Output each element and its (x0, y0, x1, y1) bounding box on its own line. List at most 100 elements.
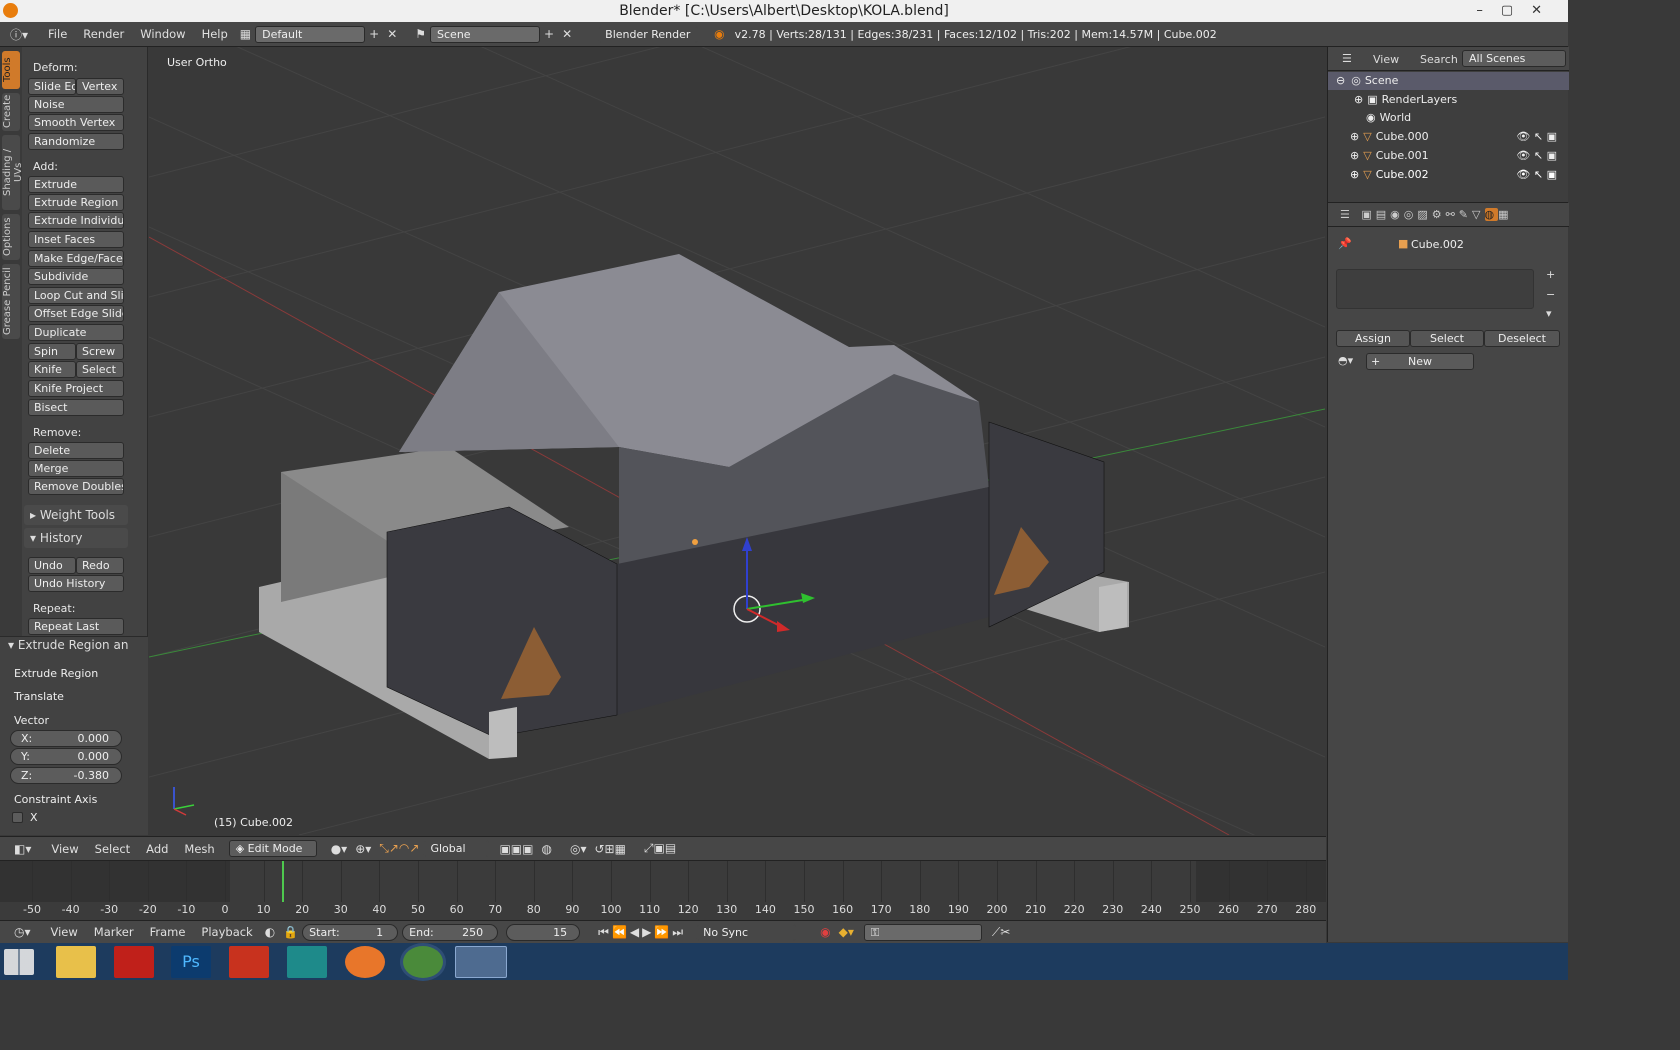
knife-select-button[interactable]: Select (76, 361, 124, 378)
timeline-editor-icon[interactable]: ◷▾ (10, 925, 35, 939)
preview-range-icon[interactable]: ◐ (261, 925, 279, 939)
knife-button[interactable]: Knife (28, 361, 76, 378)
current-frame-field[interactable]: 15 (506, 923, 581, 941)
vector-z-field[interactable]: Z: -0.380 (10, 767, 122, 784)
menu-select[interactable]: Select (87, 842, 138, 856)
menu-file[interactable]: File (40, 27, 75, 41)
limit-selection-icon[interactable]: ◍ (537, 842, 555, 856)
file-explorer-icon[interactable] (56, 946, 96, 978)
proportional-edit-icon[interactable]: ◎▾ (566, 842, 591, 856)
merge-button[interactable]: Merge (28, 460, 124, 477)
keying-set-field[interactable]: ⚿ (863, 923, 982, 941)
pivot-icon[interactable]: ⊕▾ (351, 842, 375, 856)
render-preview-icons[interactable]: ⤢▣▤ (640, 841, 680, 856)
outliner-row-scene[interactable]: ⊖ ◎ Scene (1328, 72, 1569, 90)
sync-selector[interactable]: No Sync (696, 923, 797, 941)
outliner-row-cube002[interactable]: ⊕ ▽ Cube.002 👁 ↖ ▣ (1328, 166, 1569, 184)
remove-scene-icon[interactable]: ✕ (558, 27, 576, 41)
timeline[interactable]: -50 -40 -30 -20 -10 0 10 20 30 40 50 60 70 80 90 100 110… (0, 860, 1326, 920)
offset-edge-button[interactable]: Offset Edge Slide (28, 305, 124, 322)
vertex-button[interactable]: Vertex (76, 78, 124, 95)
info-editor-icon[interactable]: ⓘ▾ (6, 26, 32, 43)
outliner-row-renderlayers[interactable]: ⊕ ▣ RenderLayers (1328, 91, 1569, 109)
layout-grid-icon[interactable]: ▦ (236, 27, 255, 41)
tab-tools[interactable]: Tools (2, 51, 20, 89)
material-slot-list[interactable] (1336, 269, 1534, 309)
undo-history-button[interactable]: Undo History (28, 575, 124, 592)
vector-x-field[interactable]: X: 0.000 (10, 730, 122, 747)
visibility-icons[interactable]: 👁 ↖ ▣ (1516, 128, 1557, 146)
current-frame-marker[interactable] (282, 861, 284, 902)
tl-menu-marker[interactable]: Marker (86, 925, 142, 939)
extrude-region-button[interactable]: Extrude Region (28, 194, 124, 211)
outliner-menu-search[interactable]: Search (1420, 53, 1458, 66)
window-controls[interactable]: –▢✕ (1476, 0, 1560, 22)
record-icon[interactable]: ◉ (816, 925, 834, 939)
maya-icon[interactable] (287, 946, 327, 978)
acrobat-icon[interactable] (114, 946, 154, 978)
inset-faces-button[interactable]: Inset Faces (28, 231, 124, 248)
delete-button[interactable]: Delete (28, 442, 124, 459)
pin-icon[interactable]: 📌 (1338, 237, 1352, 250)
add-scene-icon[interactable]: + (540, 27, 558, 41)
noise-button[interactable]: Noise (28, 96, 124, 113)
make-edge-face-button[interactable]: Make Edge/Face (28, 250, 124, 267)
deselect-button[interactable]: Deselect (1484, 330, 1560, 347)
assign-button[interactable]: Assign (1336, 330, 1410, 347)
layout-selector[interactable]: Default (255, 25, 366, 43)
keyframe-icon[interactable]: ◆▾ (835, 925, 858, 939)
undo-button[interactable]: Undo (28, 557, 76, 574)
scene-selector[interactable]: Scene (430, 25, 541, 43)
visibility-icons[interactable]: 👁 ↖ ▣ (1516, 166, 1557, 184)
duplicate-button[interactable]: Duplicate (28, 324, 124, 341)
insert-key-icons[interactable]: ⟋✂ (988, 925, 1014, 940)
outliner-row-cube001[interactable]: ⊕ ▽ Cube.001 👁 ↖ ▣ (1328, 147, 1569, 165)
select-mode-icons[interactable]: ▣▣▣ (495, 842, 537, 856)
vector-y-field[interactable]: Y: 0.000 (10, 748, 122, 765)
randomize-button[interactable]: Randomize (28, 133, 124, 150)
mode-selector[interactable]: ◈ Edit Mode (228, 840, 317, 857)
menu-add[interactable]: Add (138, 842, 176, 856)
extrude-individual-button[interactable]: Extrude Individual (28, 212, 124, 229)
outliner-row-world[interactable]: ◉ World (1328, 109, 1569, 127)
tab-create[interactable]: Create (2, 93, 20, 131)
render-engine-selector[interactable]: Blender Render (598, 25, 699, 43)
smooth-vertex-button[interactable]: Smooth Vertex (28, 114, 124, 131)
loop-cut-button[interactable]: Loop Cut and Slide (28, 287, 124, 304)
outliner-menu-view[interactable]: View (1373, 53, 1399, 66)
properties-tabs[interactable]: ☰ ▣▤◉◎▨⚙⚯✎▽◍▦ (1328, 203, 1569, 227)
menu-view[interactable]: View (43, 842, 86, 856)
history-panel[interactable]: ▾ History (24, 528, 128, 548)
repeat-last-button[interactable]: Repeat Last (28, 618, 124, 635)
tl-menu-view[interactable]: View (43, 925, 86, 939)
tab-shading-uvs[interactable]: Shading / UVs (2, 135, 24, 210)
tab-grease-pencil[interactable]: Grease Pencil (2, 264, 20, 339)
blender-taskbar-icon[interactable] (455, 946, 507, 978)
selected-vertex[interactable] (692, 539, 698, 545)
outliner-row-cube000[interactable]: ⊕ ▽ Cube.000 👁 ↖ ▣ (1328, 128, 1569, 146)
orientation-selector[interactable]: Global (423, 840, 490, 857)
firefox-icon[interactable] (345, 946, 385, 978)
start-frame-field[interactable]: Start: 1 (302, 923, 399, 941)
visibility-icons[interactable]: 👁 ↖ ▣ (1516, 147, 1557, 165)
outliner-editor-icon[interactable]: ☰ (1342, 52, 1352, 65)
operator-panel-title[interactable]: ▾ Extrude Region and (8, 638, 128, 652)
shading-sphere-icon[interactable]: ●▾ (327, 842, 352, 856)
slot-menu-icon[interactable]: ▾ (1546, 307, 1552, 320)
screw-button[interactable]: Screw (76, 343, 124, 360)
new-material-button[interactable]: + New (1366, 353, 1474, 370)
select-button[interactable]: Select (1410, 330, 1484, 347)
photoshop-icon[interactable]: Ps (171, 946, 211, 978)
bisect-button[interactable]: Bisect (28, 399, 124, 416)
editor-type-icon[interactable]: ◧▾ (10, 842, 35, 856)
redo-button[interactable]: Redo (76, 557, 124, 574)
menu-render[interactable]: Render (75, 27, 132, 41)
start-windows-icon[interactable] (4, 949, 34, 975)
viewport-canvas[interactable] (149, 47, 1325, 835)
remove-slot-icon[interactable]: − (1546, 288, 1555, 301)
playback-controls[interactable]: ⏮⏪◀▶⏩⏭ (594, 925, 690, 940)
sketchup-icon[interactable] (229, 946, 269, 978)
subdivide-button[interactable]: Subdivide (28, 268, 124, 285)
menu-mesh[interactable]: Mesh (176, 842, 222, 856)
outliner-scene-filter[interactable]: All Scenes (1462, 50, 1566, 67)
